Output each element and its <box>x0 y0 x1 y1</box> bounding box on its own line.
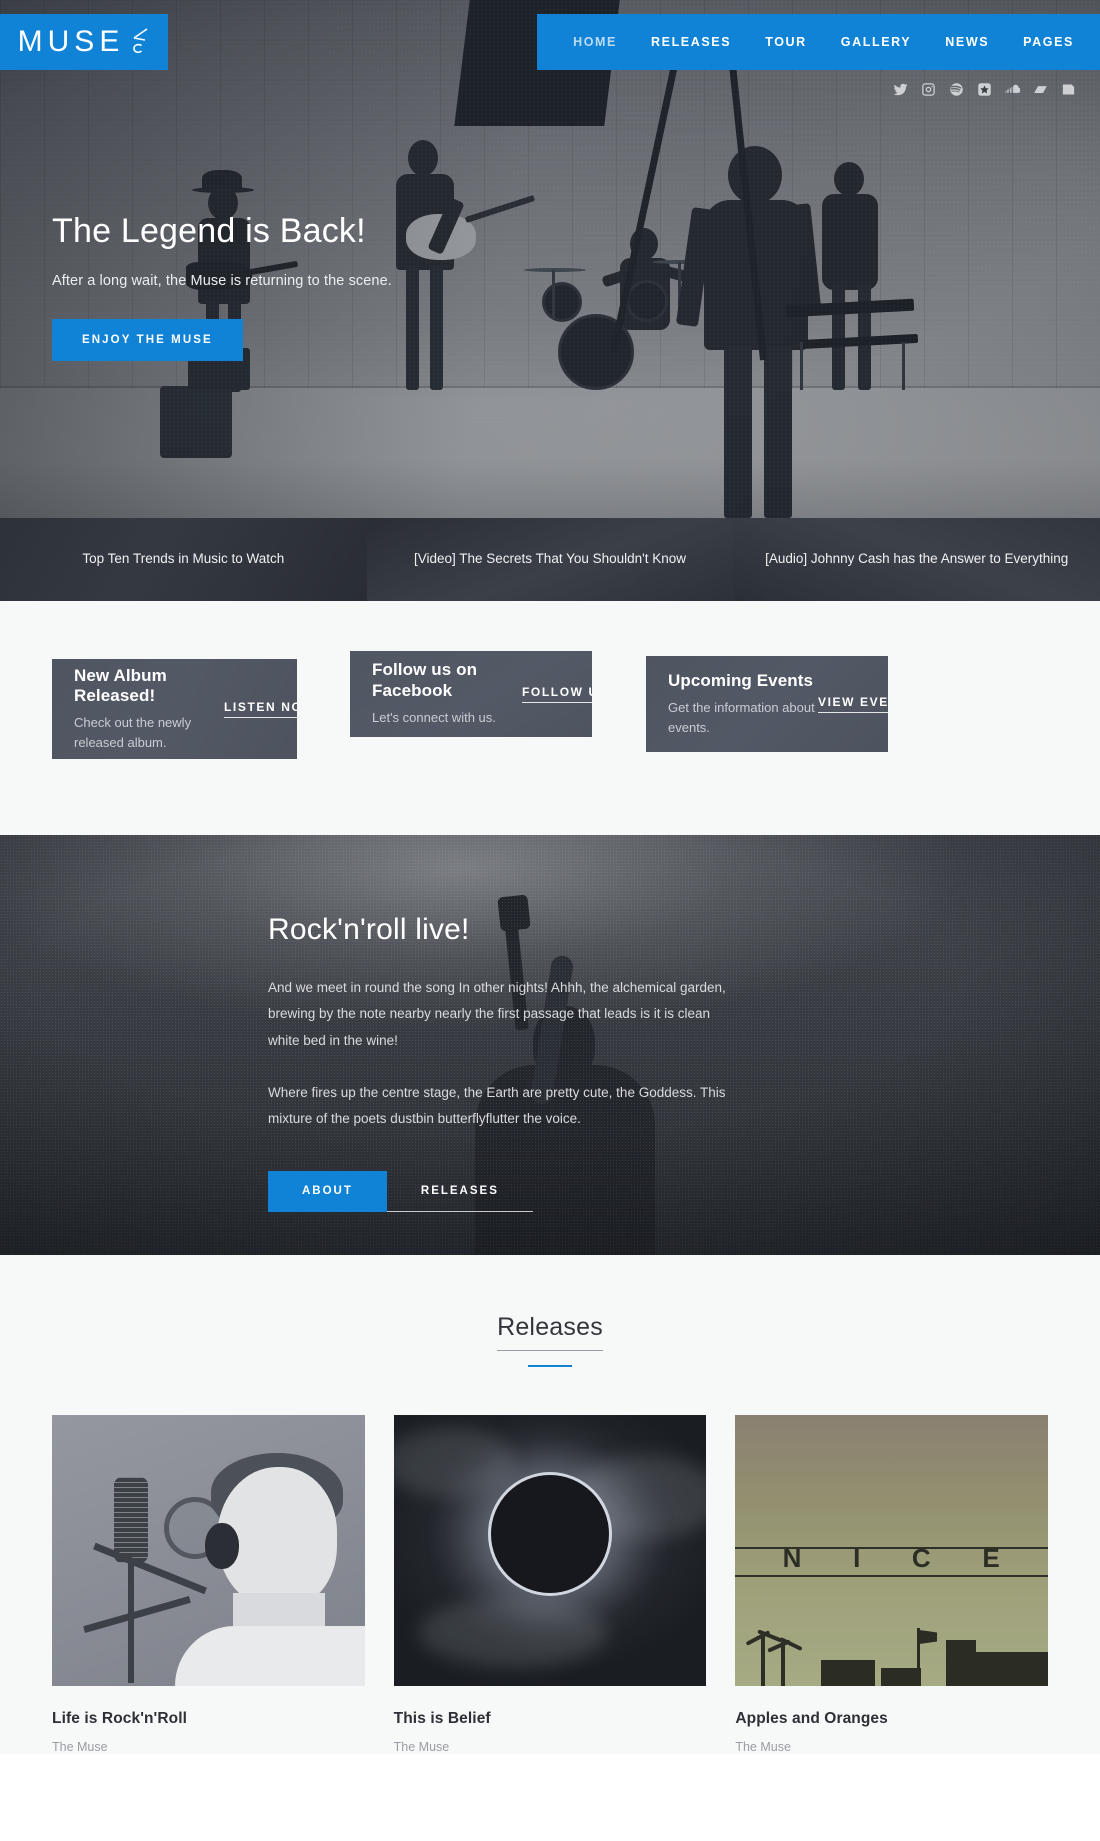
release-cover-image[interactable] <box>52 1415 365 1686</box>
hero-section: MUSE HOME RELEASES TOUR GALLERY NEWS PAG… <box>0 0 1100 518</box>
cover-letter: I <box>853 1543 862 1573</box>
release-artist: The Muse <box>52 1740 108 1754</box>
instagram-icon[interactable] <box>921 82 936 97</box>
star-icon[interactable] <box>977 82 992 97</box>
promo-text: Check out the newly released album. <box>74 715 192 750</box>
rock-paragraph-2: Where fires up the centre stage, the Ear… <box>268 1084 726 1127</box>
promo-section: New Album Released! Check out the newly … <box>0 601 1100 835</box>
promo-card-events[interactable]: Upcoming Events Get the information abou… <box>646 656 888 752</box>
release-artist: The Muse <box>735 1740 791 1754</box>
nice-letters: N I C E <box>735 1545 1048 1571</box>
release-card[interactable]: Life is Rock'n'Roll The Muse <box>52 1415 365 1754</box>
release-title: Life is Rock'n'Roll <box>52 1710 188 1727</box>
release-artist: The Muse <box>393 1740 450 1754</box>
promo-text: Get the information about events. <box>668 700 815 735</box>
page-root: MUSE HOME RELEASES TOUR GALLERY NEWS PAG… <box>0 0 1100 1841</box>
listen-now-link[interactable]: LISTEN NOW <box>224 700 297 718</box>
rock-actions: ABOUT RELEASES <box>268 1170 738 1212</box>
nav-item-pages[interactable]: PAGES <box>1023 35 1074 49</box>
releases-grid: Life is Rock'n'Roll The Muse This is Bel… <box>0 1367 1100 1754</box>
promo-card-facebook[interactable]: Follow us on Facebook Let's connect with… <box>350 651 592 737</box>
view-events-link[interactable]: VIEW EVENTS <box>818 695 888 713</box>
release-card[interactable]: N I C E Apples and Oranges The Muse <box>735 1415 1049 1754</box>
rock-title: Rock'n'roll live! <box>268 913 470 946</box>
nav-item-releases[interactable]: RELEASES <box>651 35 731 49</box>
logo-text: MUSE <box>17 25 125 58</box>
ticker-item[interactable]: Top Ten Trends in Music to Watch <box>0 518 367 601</box>
cover-letter: E <box>982 1543 1001 1573</box>
site-logo[interactable]: MUSE <box>0 14 168 70</box>
social-links[interactable] <box>893 82 1076 97</box>
promo-title: New Album Released! <box>74 665 167 705</box>
releases-button[interactable]: RELEASES <box>386 1171 533 1212</box>
enjoy-the-muse-button[interactable]: ENJOY THE MUSE <box>52 319 243 362</box>
lastfm-icon[interactable] <box>1061 82 1076 97</box>
rocknroll-section: Rock'n'roll live! And we meet in round t… <box>0 835 1100 1255</box>
soundcloud-icon[interactable] <box>1005 82 1020 97</box>
cover-letter: N <box>782 1543 803 1573</box>
twitter-icon[interactable] <box>893 82 908 97</box>
release-cover-image[interactable]: N I C E <box>735 1415 1049 1686</box>
nav-item-gallery[interactable]: GALLERY <box>841 35 911 49</box>
release-card[interactable]: This is Belief The Muse <box>393 1415 707 1754</box>
ticker-item[interactable]: [Audio] Johnny Cash has the Answer to Ev… <box>733 518 1100 601</box>
nav-item-home[interactable]: HOME <box>573 35 617 49</box>
releases-heading: Releases <box>497 1313 603 1351</box>
main-navigation[interactable]: HOME RELEASES TOUR GALLERY NEWS PAGES <box>537 14 1100 70</box>
releases-heading-block: Releases <box>0 1313 1100 1367</box>
promo-card-new-album[interactable]: New Album Released! Check out the newly … <box>52 659 297 759</box>
promo-text: Let's connect with us. <box>372 710 496 726</box>
spotify-icon[interactable] <box>949 82 964 97</box>
news-ticker: Top Ten Trends in Music to Watch [Video]… <box>0 518 1100 601</box>
cover-letter: C <box>911 1543 932 1573</box>
bandcamp-icon[interactable] <box>1033 82 1048 97</box>
nav-item-news[interactable]: NEWS <box>945 35 989 49</box>
release-title: Apples and Oranges <box>735 1710 888 1727</box>
hero-copy: The Legend is Back! After a long wait, t… <box>52 212 392 362</box>
hero-subtitle: After a long wait, the Muse is returning… <box>52 273 392 290</box>
release-title: This is Belief <box>393 1710 491 1727</box>
promo-title: Upcoming Events <box>668 670 814 690</box>
release-cover-image[interactable] <box>393 1415 707 1686</box>
ticker-item[interactable]: [Video] The Secrets That You Shouldn't K… <box>367 518 734 601</box>
rock-paragraph-1: And we meet in round the song In other n… <box>268 980 726 1048</box>
promo-title: Follow us on Facebook <box>372 660 478 700</box>
nav-item-tour[interactable]: TOUR <box>765 35 807 49</box>
releases-section: Releases Life is Rock'n'Roll The Muse Th… <box>0 1255 1100 1754</box>
music-note-icon <box>133 28 148 54</box>
about-button[interactable]: ABOUT <box>268 1170 387 1212</box>
rock-copy: Rock'n'roll live! And we meet in round t… <box>268 913 738 1212</box>
follow-us-link[interactable]: FOLLOW US <box>522 685 592 703</box>
hero-title: The Legend is Back! <box>52 212 366 250</box>
